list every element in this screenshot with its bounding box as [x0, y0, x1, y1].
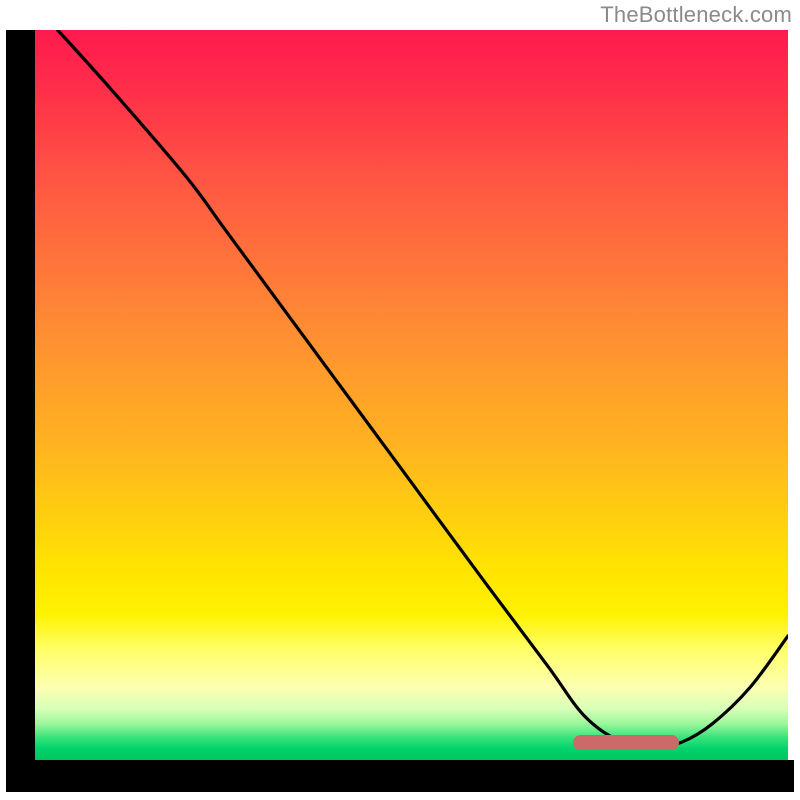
optimum-marker [573, 735, 678, 750]
plot-area [35, 30, 788, 760]
bottleneck-curve [35, 30, 788, 760]
